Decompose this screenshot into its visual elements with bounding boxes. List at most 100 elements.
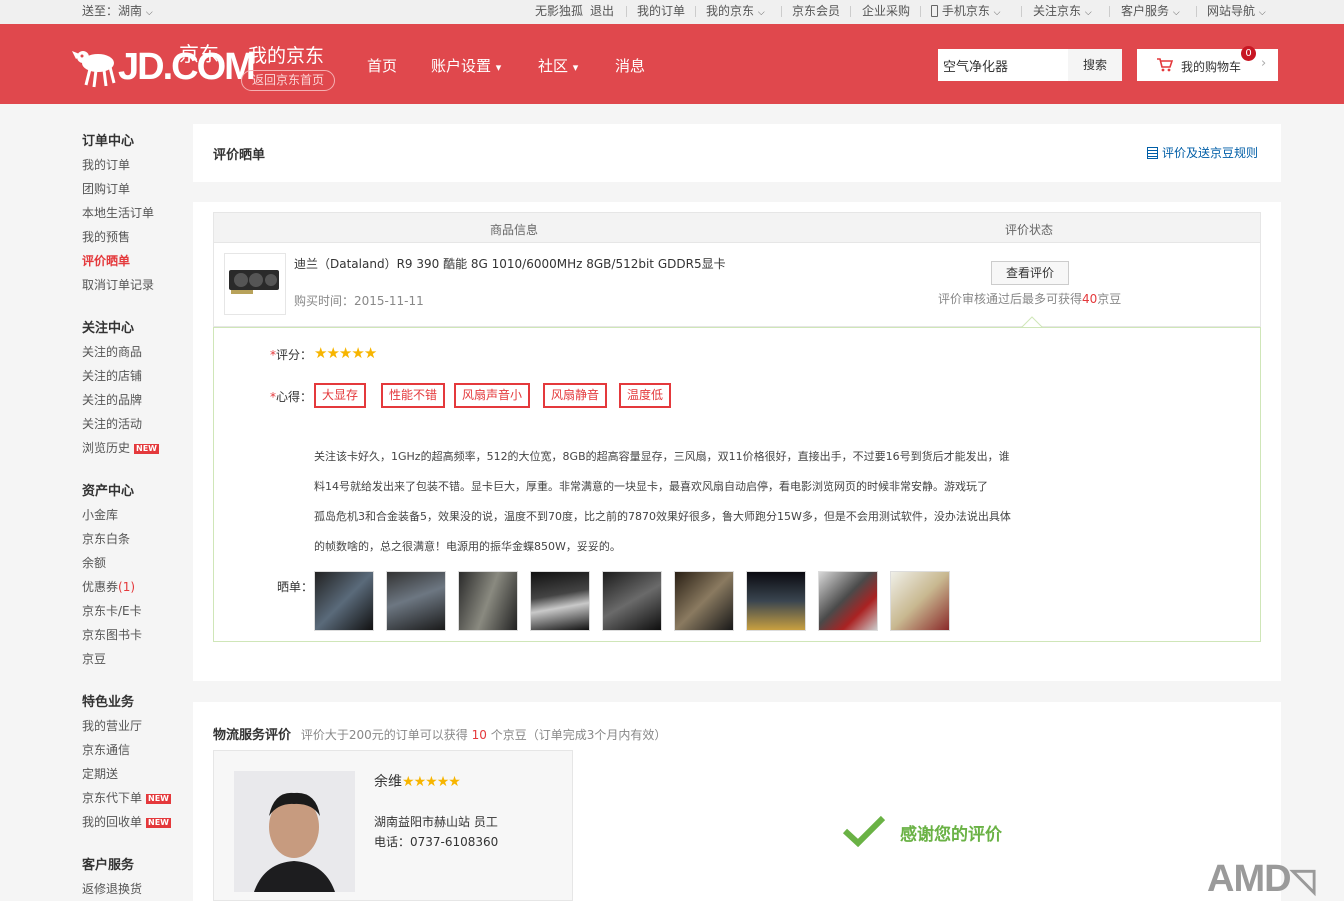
chevron-down-icon: ⌵ [1084, 8, 1092, 18]
review-detail: *评分： ★★★★★ *心得： 大显存 性能不错 风扇声音小 风扇静音 温度低 … [213, 327, 1261, 642]
chevron-down-icon: ⌵ [1172, 8, 1180, 18]
sidebar-item-followed-products[interactable]: 关注的商品 [82, 343, 142, 360]
rating-row: *评分： [270, 346, 312, 363]
courier-station: 湖南益阳市赫山站 员工 [374, 815, 498, 829]
enterprise-link[interactable]: 企业采购 [862, 2, 910, 19]
product-name-link[interactable]: 迪兰（Dataland）R9 390 酷能 8G 1010/6000MHz 8G… [294, 255, 726, 272]
my-jd-label: 我的京东 [706, 4, 755, 18]
review-photo[interactable] [530, 571, 590, 631]
tag-low-temp[interactable]: 温度低 [619, 383, 672, 408]
follow-jd-label: 关注京东 [1033, 4, 1082, 18]
tag-large-vram[interactable]: 大显存 [314, 383, 367, 408]
jd-member-link[interactable]: 京东会员 [792, 2, 840, 19]
sidebar-item-returns[interactable]: 返修退换货 [82, 880, 142, 897]
nav-community-label: 社区 [538, 57, 569, 75]
site-nav-link[interactable]: 网站导航 ⌵ [1207, 2, 1266, 19]
thanks-message: 感谢您的评价 [900, 825, 1002, 845]
top-bar: 送至：湖南 ⌵ 无影独孤 退出 我的订单 我的京东 ⌵ 京东会员 企业采购 手机… [0, 0, 1344, 24]
browse-history-label: 浏览历史 [82, 441, 131, 455]
cart-count-badge: 0 [1241, 46, 1256, 61]
tag-good-performance[interactable]: 性能不错 [381, 383, 446, 408]
back-home-button[interactable]: 返回京东首页 [241, 70, 335, 91]
sidebar-item-coupons[interactable]: 优惠券(1) [82, 578, 135, 595]
table-header: 商品信息 评价状态 [213, 212, 1261, 243]
phone-icon [931, 5, 938, 17]
chevron-down-icon: ▾ [495, 61, 502, 74]
view-review-button[interactable]: 查看评价 [991, 261, 1069, 285]
check-icon [843, 815, 885, 847]
amd-watermark-logo: AMD◹ [1207, 858, 1316, 901]
chevron-down-icon: ⌵ [145, 8, 153, 18]
amd-arrow-icon: ◹ [1290, 862, 1316, 898]
sidebar-section-order-center: 订单中心 [82, 134, 135, 149]
star-icon: ★ [338, 344, 352, 362]
my-jd-link[interactable]: 我的京东 ⌵ [706, 2, 765, 19]
sidebar-item-jd-telecom[interactable]: 京东通信 [82, 741, 130, 758]
review-photo[interactable] [602, 571, 662, 631]
sidebar-item-vault[interactable]: 小金库 [82, 506, 118, 523]
sidebar-item-followed-activities[interactable]: 关注的活动 [82, 415, 142, 432]
chevron-down-icon: ⌵ [757, 8, 765, 18]
nav-messages[interactable]: 消息 [615, 55, 645, 76]
review-line: 的帧数啥的，总之很满意！电源用的振华金蝶850W，妥妥的。 [314, 540, 621, 553]
sidebar-item-business-hall[interactable]: 我的营业厅 [82, 717, 142, 734]
recycle-orders-label: 我的回收单 [82, 815, 143, 829]
sidebar-item-browse-history[interactable]: 浏览历史 NEW [82, 439, 159, 456]
sidebar-item-followed-brands[interactable]: 关注的品牌 [82, 391, 142, 408]
my-orders-link[interactable]: 我的订单 [637, 2, 685, 19]
username-link[interactable]: 无影独孤 [535, 2, 583, 19]
sidebar-item-group-orders[interactable]: 团购订单 [82, 180, 130, 197]
review-photo[interactable] [818, 571, 878, 631]
review-panel: 商品信息 评价状态 迪兰（Dataland）R9 390 酷能 8G 1010/… [193, 202, 1281, 681]
logistics-panel: 物流服务评价 评价大于200元的订单可以获得 10 个京豆（订单完成3个月内有效… [193, 702, 1281, 901]
review-photo[interactable] [674, 571, 734, 631]
jd-dog-logo-icon[interactable] [70, 39, 120, 91]
nav-community[interactable]: 社区 ▾ [538, 55, 578, 76]
sidebar-item-followed-shops[interactable]: 关注的店铺 [82, 367, 142, 384]
follow-jd-link[interactable]: 关注京东 ⌵ [1033, 2, 1092, 19]
jd-logo-cn: 京东 [179, 42, 219, 66]
sidebar-item-balance[interactable]: 余额 [82, 554, 106, 571]
sidebar-section-follow-center: 关注中心 [82, 321, 135, 336]
chevron-right-icon: › [1261, 56, 1267, 71]
sidebar-item-reviews[interactable]: 评价晒单 [82, 252, 130, 269]
sidebar-item-local-orders[interactable]: 本地生活订单 [82, 204, 154, 221]
review-photo[interactable] [386, 571, 446, 631]
bean-note-suffix: 京豆 [1097, 292, 1122, 306]
sidebar-item-jd-card[interactable]: 京东卡/E卡 [82, 602, 142, 619]
review-line: 孤岛危机3和合金装备5，效果没的说，温度不到70度，比之前的7870效果好很多，… [314, 510, 1011, 523]
nav-account-settings[interactable]: 账户设置 ▾ [431, 55, 501, 76]
review-rules-link[interactable]: 评价及送京豆规则 [1147, 144, 1258, 161]
review-photo[interactable] [314, 571, 374, 631]
sidebar-item-proxy-order[interactable]: 京东代下单 NEW [82, 789, 171, 806]
sidebar-item-book-card[interactable]: 京东图书卡 [82, 626, 142, 643]
search-button[interactable]: 搜索 [1068, 49, 1122, 81]
sidebar-item-jd-beans[interactable]: 京豆 [82, 650, 106, 667]
sidebar-item-my-orders[interactable]: 我的订单 [82, 156, 130, 173]
review-photo[interactable] [890, 571, 950, 631]
sidebar-item-scheduled-delivery[interactable]: 定期送 [82, 765, 118, 782]
logistics-desc: 评价大于200元的订单可以获得 10 个京豆（订单完成3个月内有效） [301, 728, 666, 742]
customer-service-link[interactable]: 客户服务 ⌵ [1121, 2, 1180, 19]
review-photo[interactable] [746, 571, 806, 631]
location-selector[interactable]: 送至：湖南 ⌵ [82, 2, 153, 19]
star-icon: ★ [363, 344, 377, 362]
logout-link[interactable]: 退出 [590, 2, 614, 19]
sidebar-item-baitiao[interactable]: 京东白条 [82, 530, 130, 547]
mobile-jd-link[interactable]: 手机京东 ⌵ [931, 2, 1001, 19]
sidebar-item-recycle-orders[interactable]: 我的回收单 NEW [82, 813, 171, 830]
courier-card: 余维★★★★★ 湖南益阳市赫山站 员工 电话：0737-6108360 [213, 750, 573, 901]
tag-silent-fan[interactable]: 风扇静音 [543, 383, 608, 408]
new-badge: NEW [134, 443, 159, 454]
sidebar-item-cancelled-orders[interactable]: 取消订单记录 [82, 276, 154, 293]
review-content: 关注该卡好久，1GHz的超高频率，512的大位宽，8GB的超高容量显存，三风扇，… [314, 442, 1059, 562]
bean-count: 40 [1082, 292, 1098, 306]
tag-quiet-fan[interactable]: 风扇声音小 [454, 383, 531, 408]
search-input[interactable] [938, 49, 1068, 81]
nav-home[interactable]: 首页 [367, 55, 397, 76]
sidebar-item-presale[interactable]: 我的预售 [82, 228, 130, 245]
purchase-time: 购买时间：2015-11-11 [294, 292, 424, 309]
cart-button[interactable]: 我的购物车 0 › [1137, 46, 1278, 81]
review-photo[interactable] [458, 571, 518, 631]
product-thumbnail[interactable] [224, 253, 286, 315]
